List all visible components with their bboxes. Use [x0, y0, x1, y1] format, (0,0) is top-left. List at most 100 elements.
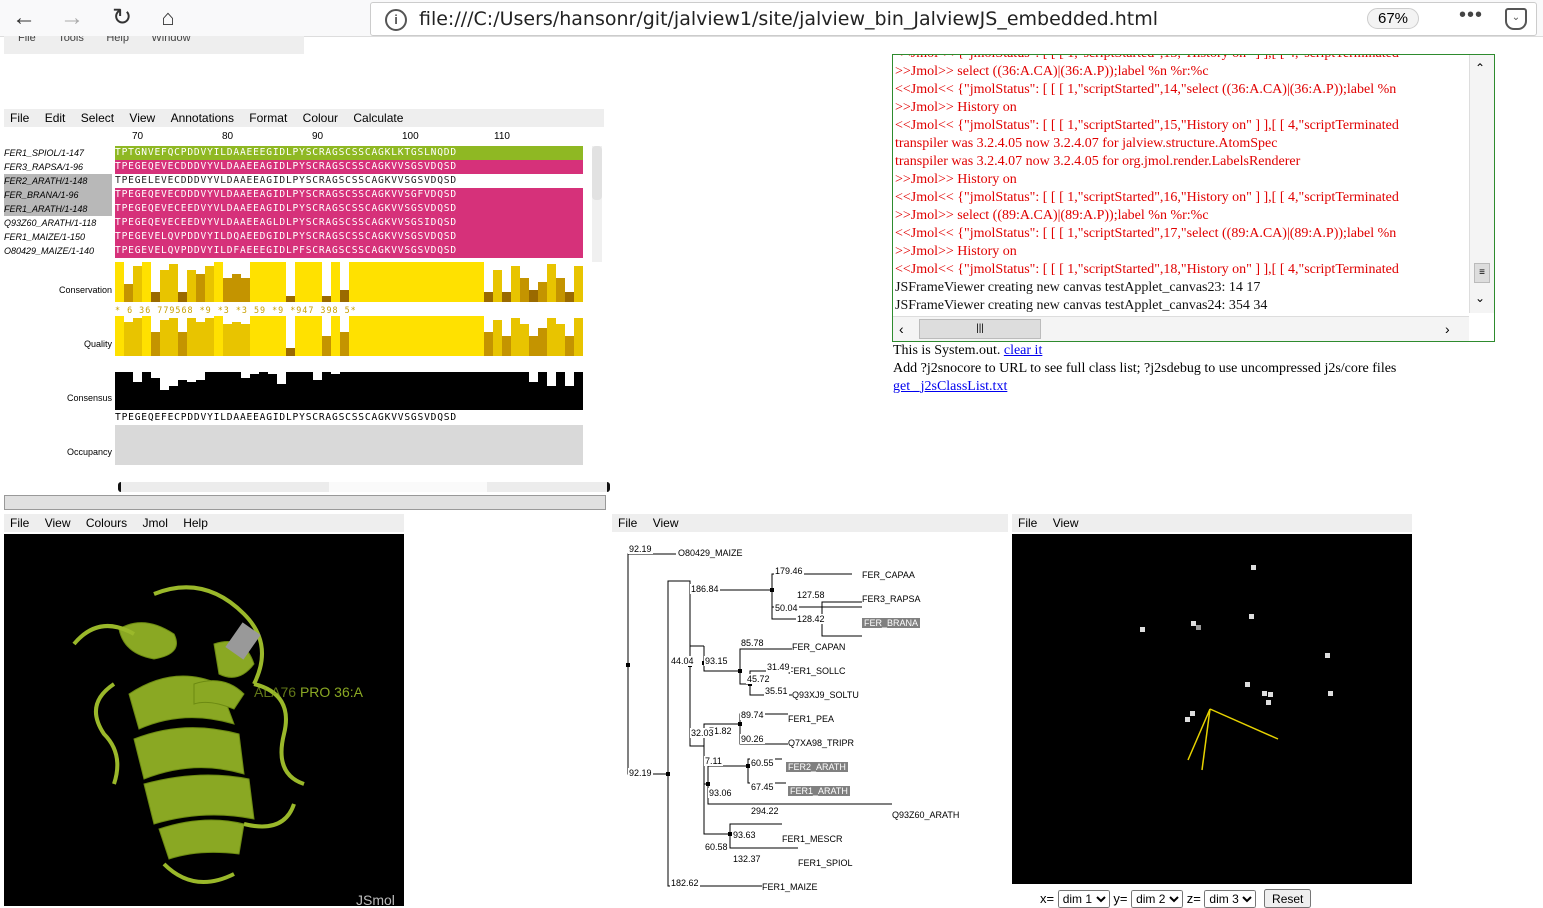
- chevron-down-icon[interactable]: ⌄: [1475, 291, 1485, 305]
- sequence-row[interactable]: TPEGEQEVECDDDVYVLDAAEEAGIDLPYSCRAGSCSSCA…: [115, 160, 583, 174]
- info-icon[interactable]: i: [385, 9, 407, 31]
- annotation-bar: [376, 372, 385, 410]
- sequence-row[interactable]: TPEGEQEVECEEDVYVLDAAEEAGLDLPYSCRAGSCSSCA…: [115, 216, 583, 230]
- tree-leaf[interactable]: FER1_SPIOL: [798, 858, 853, 868]
- sequence-name[interactable]: FER1_MAIZE/1-150: [4, 230, 112, 244]
- menu-colours[interactable]: Colours: [80, 514, 133, 532]
- menu-help[interactable]: Help: [106, 36, 129, 44]
- z-dimension-select[interactable]: dim 3: [1204, 890, 1257, 908]
- more-actions-icon[interactable]: •••: [1459, 4, 1483, 27]
- menu-view[interactable]: View: [1047, 514, 1085, 532]
- url-bar[interactable]: i file:///C:/Users/hansonr/git/jalview1/…: [370, 2, 1537, 36]
- tree-leaf[interactable]: Q93XJ9_SOLTU: [792, 690, 859, 700]
- annotation-bar: [475, 372, 484, 410]
- reload-icon[interactable]: ↻: [106, 2, 138, 34]
- sequence-row[interactable]: TPEGELEVECDDDVYVLDAAEEAGIDLPYSCRAGSCSSCA…: [115, 174, 583, 188]
- zoom-level-badge[interactable]: 67%: [1367, 8, 1420, 29]
- tree-leaf[interactable]: FER_CAPAA: [862, 570, 915, 580]
- tree-leaf[interactable]: Q93Z60_ARATH: [892, 810, 959, 820]
- structure-residue-label: ALA76 PRO 36:A: [254, 684, 363, 700]
- console-vscrollbar[interactable]: ⌃ ≡ ⌄: [1469, 55, 1494, 313]
- reset-button[interactable]: Reset: [1264, 889, 1312, 908]
- menu-window[interactable]: Window: [151, 36, 190, 44]
- sequence-name[interactable]: FER2_ARATH/1-148: [4, 174, 112, 188]
- menu-calculate[interactable]: Calculate: [347, 109, 409, 127]
- branch-distance: 67.45: [750, 782, 775, 792]
- annotation-bar: [502, 336, 511, 356]
- menu-jmol[interactable]: Jmol: [137, 514, 174, 532]
- menu-file[interactable]: File: [612, 514, 643, 532]
- menu-file[interactable]: File: [4, 514, 35, 532]
- y-dimension-select[interactable]: dim 2: [1131, 890, 1184, 908]
- console-hscrollbar[interactable]: ‹ ||| ›: [893, 316, 1469, 341]
- tree-leaf[interactable]: FER1_PEA: [788, 714, 834, 724]
- tree-leaf[interactable]: FER_CAPAN: [792, 642, 845, 652]
- annotation-bar: [178, 292, 187, 302]
- jmol-canvas[interactable]: ALA76 PRO 36:A JSmol: [4, 534, 404, 906]
- tree-leaf[interactable]: FER1_SOLLC: [788, 666, 846, 676]
- menu-view[interactable]: View: [647, 514, 685, 532]
- sequence-name[interactable]: FER_BRANA/1-96: [4, 188, 112, 202]
- pocket-icon[interactable]: ⌄: [1505, 8, 1527, 30]
- menu-format[interactable]: Format: [243, 109, 293, 127]
- sequence-name[interactable]: FER3_RAPSA/1-96: [4, 160, 112, 174]
- chevron-up-icon[interactable]: ⌃: [1475, 61, 1485, 75]
- menu-tools[interactable]: Tools: [58, 36, 84, 44]
- home-icon[interactable]: ⌂: [152, 2, 184, 34]
- menu-select[interactable]: Select: [75, 109, 120, 127]
- sequence-row[interactable]: TPEGEQEVECDDDVYVLDAAEEAGIDLPYSCRAGSCSSCA…: [115, 188, 583, 202]
- x-dimension-select[interactable]: dim 1: [1057, 890, 1110, 908]
- tree-leaf[interactable]: FER3_RAPSA: [862, 594, 921, 604]
- menu-file[interactable]: File: [18, 36, 36, 44]
- arrow-right-icon[interactable]: →: [56, 2, 88, 34]
- sequence-row[interactable]: TPEGEVELQVPDDVYILDFAEEEGIDLPFSCRAGSCSSCA…: [115, 244, 583, 258]
- sequence-name[interactable]: O80429_MAIZE/1-140: [4, 244, 112, 258]
- alignment-vscroll-thumb[interactable]: [592, 146, 602, 200]
- alignment-vscrollbar[interactable]: [592, 146, 602, 262]
- alignment-hscrollbar[interactable]: [118, 482, 610, 492]
- branch-distance: 127.58: [796, 590, 826, 600]
- tree-leaf[interactable]: FER1_MESCR: [782, 834, 843, 844]
- tree-leaf[interactable]: FER1_MAIZE: [762, 882, 818, 892]
- menu-edit[interactable]: Edit: [39, 109, 72, 127]
- console-hscroll-thumb[interactable]: |||: [919, 319, 1041, 339]
- annotation-bar: [385, 262, 394, 302]
- alignment-hscroll-thumb[interactable]: [329, 482, 487, 492]
- overview-scrollbar[interactable]: [4, 495, 606, 510]
- menu-file[interactable]: File: [4, 109, 35, 127]
- menu-file[interactable]: File: [1012, 514, 1043, 532]
- chevron-right-icon[interactable]: ›: [1445, 321, 1450, 337]
- console-log[interactable]: <<Jmol<< {"jmolStatus": [ [ [ 1,"scriptS…: [892, 54, 1495, 342]
- tree-leaf[interactable]: FER_BRANA: [862, 618, 921, 628]
- menu-annotations[interactable]: Annotations: [165, 109, 240, 127]
- sequence-row[interactable]: TPEGEQEVECEEDVYVLDAAEEAGIDLPYSCRAGSCSSCA…: [115, 202, 583, 216]
- annotation-bar: [466, 262, 475, 302]
- sequence-name[interactable]: Q93Z60_ARATH/1-118: [4, 216, 112, 230]
- menu-help[interactable]: Help: [177, 514, 214, 532]
- annotation-bar: [322, 336, 331, 356]
- tree-leaf[interactable]: Q7XA98_TRIPR: [788, 738, 854, 748]
- annotation-bar: [241, 324, 250, 356]
- tree-canvas[interactable]: O80429_MAIZE FER_CAPAA FER3_RAPSA FER_BRANA…: [612, 534, 1008, 906]
- tree-leaf[interactable]: O80429_MAIZE: [678, 548, 743, 558]
- sequence-name[interactable]: FER1_SPIOL/1-147: [4, 146, 112, 160]
- sysout-line: This is System.out. clear it: [893, 343, 1042, 359]
- menu-view[interactable]: View: [39, 514, 77, 532]
- chevron-left-icon[interactable]: ‹: [899, 321, 904, 337]
- annotation-bar: [511, 266, 520, 302]
- arrow-left-icon[interactable]: ←: [8, 2, 40, 34]
- tree-leaf[interactable]: FER1_ARATH: [788, 786, 850, 796]
- sequence-row[interactable]: TPTGNVEFQCPDDVYILDAAEEEGIDLPYSCRAGSCSSCA…: [115, 146, 583, 160]
- tree-leaf[interactable]: FER2_ARATH: [786, 762, 848, 772]
- clear-console-link[interactable]: clear it: [1004, 343, 1042, 358]
- sequence-name[interactable]: FER1_ARATH/1-148: [4, 202, 112, 216]
- sequence-row[interactable]: TPEGEVELQVPDDVYILDQAEEDGIDLPYSCRAGSCSSCA…: [115, 230, 583, 244]
- menu-colour[interactable]: Colour: [297, 109, 344, 127]
- console-vscroll-thumb[interactable]: ≡: [1474, 263, 1490, 283]
- pca-canvas[interactable]: [1012, 534, 1412, 884]
- menu-view[interactable]: View: [123, 109, 161, 127]
- annotation-bar: [493, 320, 502, 356]
- classlist-link[interactable]: get _j2sClassList.txt: [893, 379, 1007, 394]
- url-text: file:///C:/Users/hansonr/git/jalview1/si…: [419, 8, 1158, 30]
- branch-distance: 90.26: [740, 734, 765, 744]
